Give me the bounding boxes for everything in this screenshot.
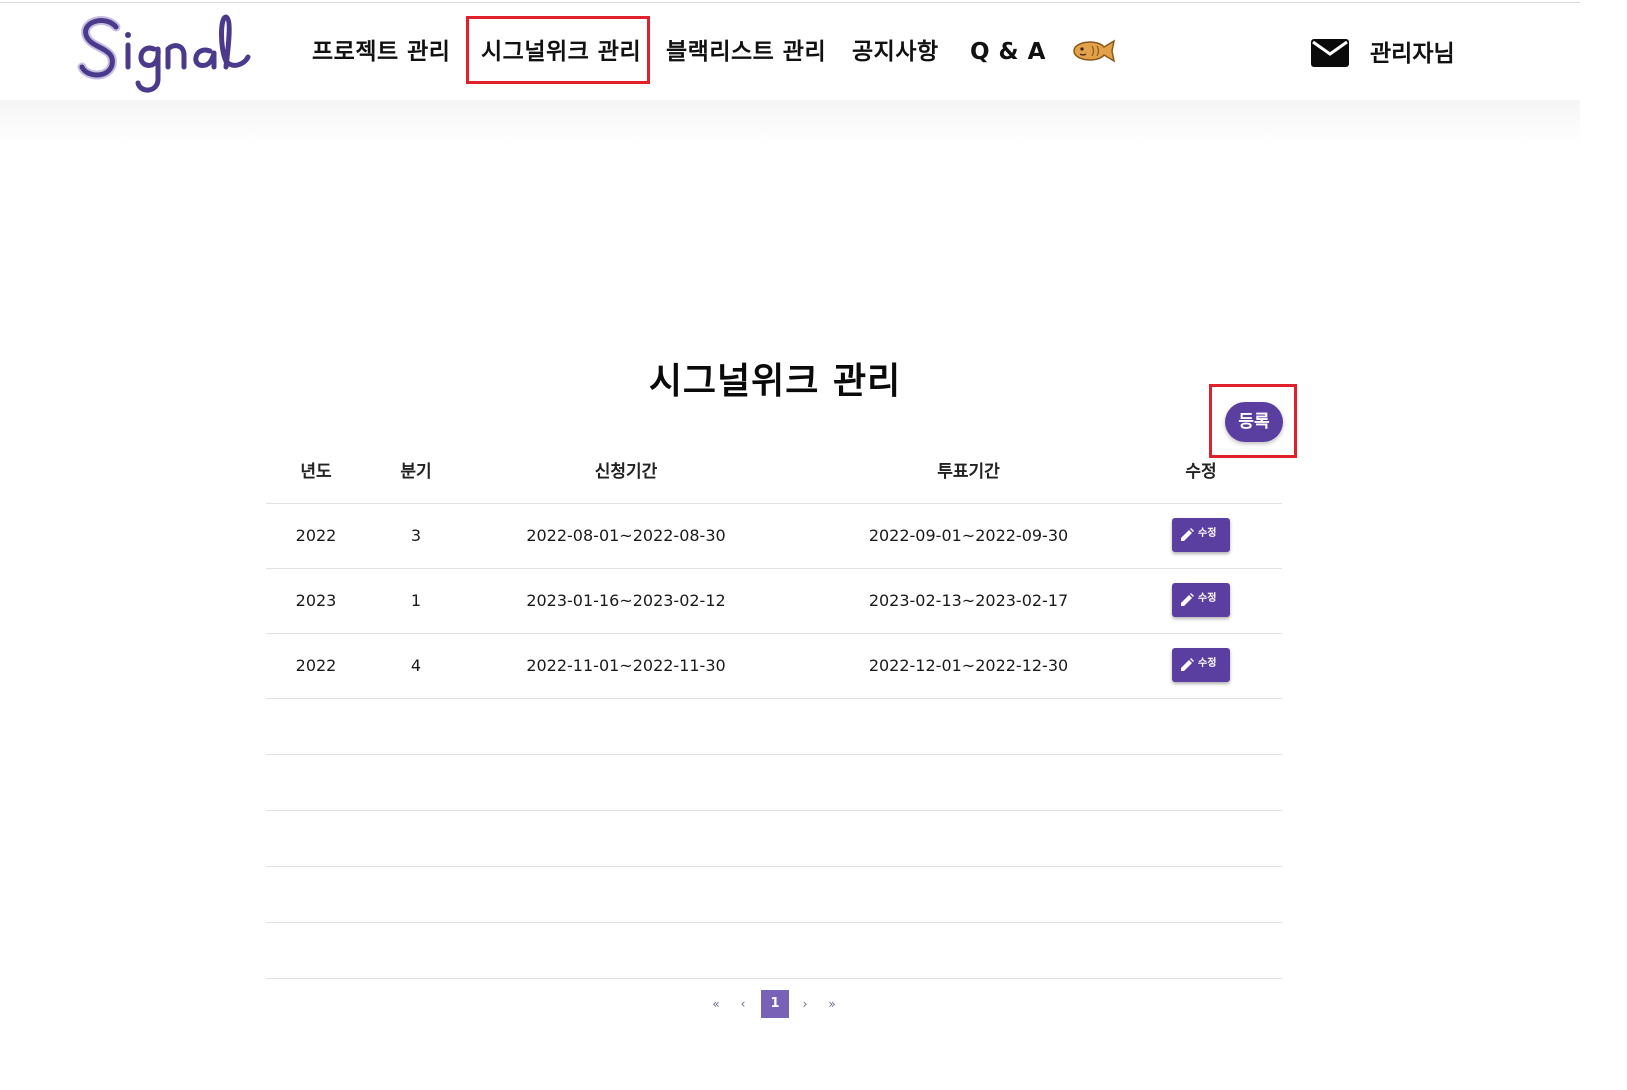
fish-bread-icon[interactable] [1070,37,1116,65]
cell-quarter: 1 [410,591,422,610]
empty-table-row [266,755,1282,811]
cell-year: 2022 [295,656,337,675]
edit-button-label: 수정 [1198,658,1217,669]
pagination: « ‹ 1 › » [0,990,1627,1018]
page-title: 시그널위크 관리 [648,361,902,402]
empty-table-row [266,699,1282,755]
page-prev-button[interactable]: ‹ [733,990,753,1018]
cell-vote-period: 2023-02-13~2023-02-17 [868,591,1069,610]
cell-vote-period: 2022-12-01~2022-12-30 [868,656,1069,675]
cell-apply-period: 2022-11-01~2022-11-30 [526,656,726,675]
cell-edit: 수정 [1151,504,1251,568]
edit-button[interactable]: 수정 [1172,583,1230,617]
nav-highlight-box [466,16,650,84]
edit-button[interactable]: 수정 [1172,518,1230,552]
table-row: 2022 3 2022-08-01~2022-08-30 2022-09-01~… [266,504,1282,569]
edit-button-label: 수정 [1198,593,1217,604]
cell-year: 2022 [295,526,337,545]
column-header-edit: 수정 [1185,462,1217,482]
cell-quarter: 4 [410,656,422,675]
table-row: 2022 4 2022-11-01~2022-11-30 2022-12-01~… [266,634,1282,699]
edit-button-label: 수정 [1198,528,1217,539]
signalweek-table: 년도 분기 신청기간 투표기간 수정 2022 3 2022-08-01~202… [266,450,1282,979]
empty-table-row [266,923,1282,979]
cell-year: 2023 [295,591,337,610]
edit-button[interactable]: 수정 [1172,648,1230,682]
cell-edit: 수정 [1151,634,1251,698]
header-shadow [0,100,1580,145]
pencil-icon [1181,658,1194,671]
signal-logo[interactable] [76,9,251,99]
table-row: 2023 1 2023-01-16~2023-02-12 2023-02-13~… [266,569,1282,634]
table-header: 년도 분기 신청기간 투표기간 수정 [266,450,1282,504]
cell-edit: 수정 [1151,569,1251,633]
cell-vote-period: 2022-09-01~2022-09-30 [868,526,1069,545]
column-header-apply-period: 신청기간 [594,462,658,482]
admin-name-label[interactable]: 관리자님 [1370,37,1455,71]
page-first-button[interactable]: « [706,990,726,1018]
page-last-button[interactable]: » [822,990,842,1018]
column-header-year: 년도 [300,462,332,482]
nav-project-management[interactable]: 프로젝트 관리 [312,35,450,69]
nav-qna[interactable]: Q & A [970,35,1046,69]
register-button[interactable]: 등록 [1225,402,1283,442]
column-header-quarter: 분기 [400,462,432,482]
cell-apply-period: 2023-01-16~2023-02-12 [526,591,726,610]
page-current-button[interactable]: 1 [761,990,789,1018]
pencil-icon [1181,593,1194,606]
cell-quarter: 3 [410,526,422,545]
cell-apply-period: 2022-08-01~2022-08-30 [526,526,726,545]
nav-blacklist-management[interactable]: 블랙리스트 관리 [666,35,826,69]
nav-notice[interactable]: 공지사항 [852,35,939,69]
page: 프로젝트 관리 시그널위크 관리 블랙리스트 관리 공지사항 Q & A 관리자… [0,0,1627,1090]
empty-table-row [266,867,1282,923]
column-header-vote-period: 투표기간 [937,462,1000,482]
top-navbar: 프로젝트 관리 시그널위크 관리 블랙리스트 관리 공지사항 Q & A 관리자… [0,2,1580,101]
pencil-icon [1181,528,1194,541]
page-next-button[interactable]: › [795,990,815,1018]
mail-icon[interactable] [1310,37,1350,69]
empty-table-row [266,811,1282,867]
